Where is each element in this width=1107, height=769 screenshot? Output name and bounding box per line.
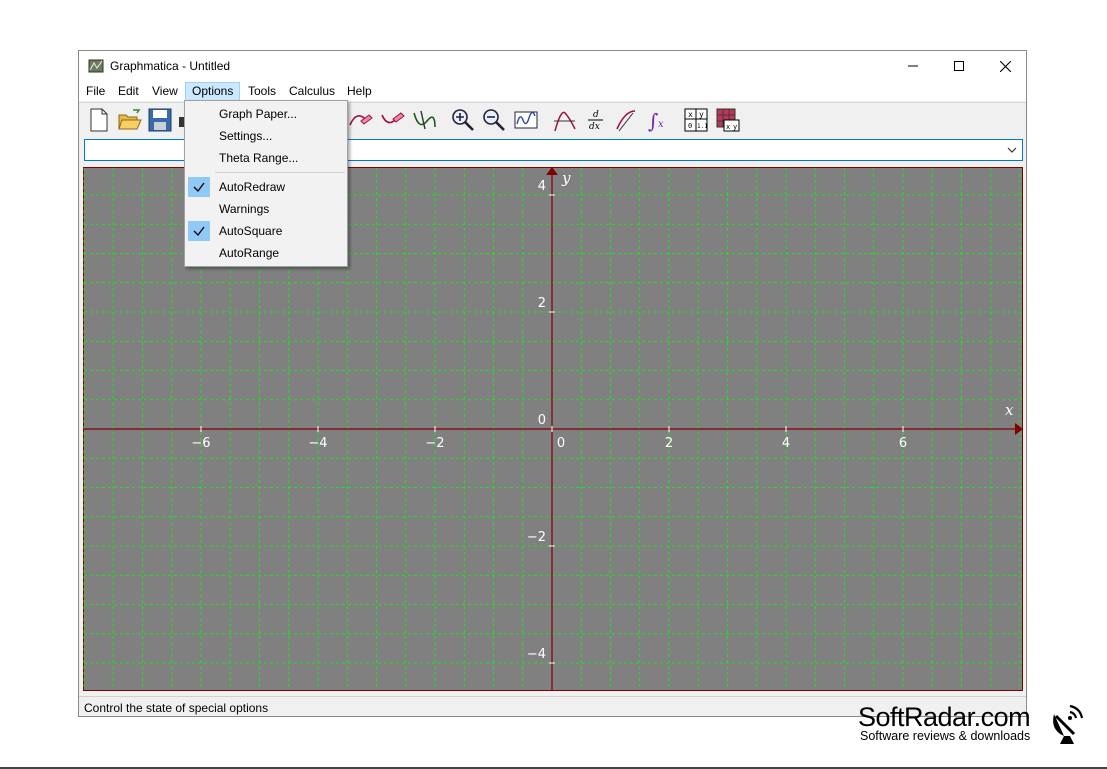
svg-text:x: x	[726, 123, 730, 131]
new-file-icon	[90, 108, 108, 132]
svg-text:y: y	[699, 110, 704, 119]
zoom-out-button[interactable]	[481, 107, 507, 133]
satellite-dish-icon	[1053, 704, 1084, 744]
options-dropdown-menu: Graph Paper... Settings... Theta Range..…	[184, 100, 348, 267]
y-tick-label: 2	[538, 296, 546, 311]
menu-item-label: Warnings	[219, 202, 270, 216]
graphmatica-app-icon	[88, 59, 104, 73]
menu-help[interactable]: Help	[341, 83, 378, 100]
erase-icon	[349, 114, 373, 126]
menu-calculus[interactable]: Calculus	[283, 83, 341, 100]
menu-edit[interactable]: Edit	[112, 83, 145, 100]
checkmark-icon	[188, 221, 210, 241]
erase-all-icon	[413, 110, 436, 130]
derivative-icon: d dx	[588, 110, 603, 132]
x-tick-label: 2	[665, 436, 673, 451]
menu-item-label: AutoRedraw	[219, 180, 286, 194]
menu-item-autoredraw[interactable]: AutoRedraw	[185, 176, 347, 198]
table-button[interactable]: x y 0 1.1	[683, 107, 709, 133]
svg-text:y: y	[733, 123, 737, 131]
tangent-line-button[interactable]	[613, 107, 639, 133]
x-tick-label: 4	[782, 436, 790, 451]
open-folder-icon	[118, 109, 142, 130]
minimize-button[interactable]	[890, 51, 936, 81]
tangent-line-icon	[616, 110, 636, 132]
svg-text:∫: ∫	[648, 109, 658, 133]
integral-icon: ∫ x	[648, 109, 664, 133]
svg-text:dx: dx	[589, 122, 600, 132]
svg-text:1.1: 1.1	[697, 123, 708, 130]
chevron-down-icon[interactable]	[1005, 143, 1019, 157]
menu-item-label: Settings...	[219, 129, 273, 143]
svg-text:0: 0	[688, 122, 692, 130]
menu-item-autorange[interactable]: AutoRange	[185, 242, 347, 264]
y-tick-label: 4	[538, 179, 546, 194]
zoom-out-icon	[483, 109, 505, 131]
menu-item-label: AutoRange	[219, 246, 280, 260]
integral-button[interactable]: ∫ x	[644, 107, 670, 133]
zoom-fit-icon	[514, 111, 538, 129]
derivative-button[interactable]: d dx	[583, 107, 609, 133]
menu-item-autosquare[interactable]: AutoSquare	[185, 220, 347, 242]
menu-item-label: Graph Paper...	[219, 107, 298, 121]
softradar-watermark: SoftRadar.com Software reviews & downloa…	[858, 702, 1031, 743]
open-button[interactable]	[117, 107, 143, 133]
menu-options[interactable]: Options	[185, 82, 241, 101]
watermark-subtitle: Software reviews & downloads	[860, 729, 1031, 743]
save-button[interactable]	[147, 107, 173, 133]
menu-separator	[215, 172, 345, 173]
window-title: Graphmatica - Untitled	[110, 59, 231, 73]
tangent-icon	[554, 111, 576, 132]
new-file-button[interactable]	[86, 107, 112, 133]
menu-view[interactable]: View	[146, 83, 184, 100]
x-tick-label: 0	[557, 436, 565, 451]
erase-button[interactable]	[347, 107, 373, 133]
menu-tools[interactable]: Tools	[242, 83, 282, 100]
x-axis-label: x	[1005, 401, 1014, 419]
status-text: Control the state of special options	[84, 701, 269, 715]
svg-text:d: d	[593, 110, 599, 120]
x-tick-label: −2	[425, 436, 444, 451]
menu-file[interactable]: File	[80, 83, 111, 100]
zoom-fit-button[interactable]	[513, 107, 539, 133]
menu-item-label: AutoSquare	[219, 224, 283, 238]
table-icon: x y0 1.1	[684, 108, 708, 132]
y-axis-label: y	[561, 169, 571, 187]
data-grid-icon: xy	[716, 108, 740, 132]
svg-text:x: x	[658, 119, 664, 130]
title-bar[interactable]: Graphmatica - Untitled	[79, 51, 1026, 81]
watermark-title: SoftRadar.com	[858, 702, 1031, 732]
tangent-button[interactable]	[551, 107, 577, 133]
y-tick-label: −4	[527, 647, 546, 662]
y-tick-label: −2	[527, 530, 546, 545]
maximize-button[interactable]	[936, 51, 982, 81]
maximize-icon	[954, 61, 964, 71]
zoom-in-button[interactable]	[450, 107, 476, 133]
menu-item-warnings[interactable]: Warnings	[185, 198, 347, 220]
zoom-in-icon	[452, 109, 474, 131]
data-grid-button[interactable]: xy	[715, 107, 741, 133]
menu-item-theta-range[interactable]: Theta Range...	[185, 147, 347, 169]
x-tick-label: −6	[191, 436, 210, 451]
close-icon	[999, 60, 1011, 72]
close-button[interactable]	[982, 51, 1028, 81]
svg-text:x: x	[688, 110, 693, 119]
save-icon	[148, 108, 172, 132]
x-tick-label: −4	[308, 436, 327, 451]
minimize-icon	[908, 65, 918, 67]
y-tick-label: 0	[538, 413, 546, 428]
menu-item-label: Theta Range...	[219, 151, 299, 165]
erase-all-button[interactable]	[411, 107, 437, 133]
menu-bar: File Edit View Options Tools Calculus He…	[79, 81, 1026, 101]
erase-curve-button[interactable]	[379, 107, 405, 133]
checkmark-icon	[188, 177, 210, 197]
erase-curve-icon	[381, 112, 405, 124]
x-tick-label: 6	[899, 436, 907, 451]
menu-item-graph-paper[interactable]: Graph Paper...	[185, 103, 347, 125]
menu-item-settings[interactable]: Settings...	[185, 125, 347, 147]
